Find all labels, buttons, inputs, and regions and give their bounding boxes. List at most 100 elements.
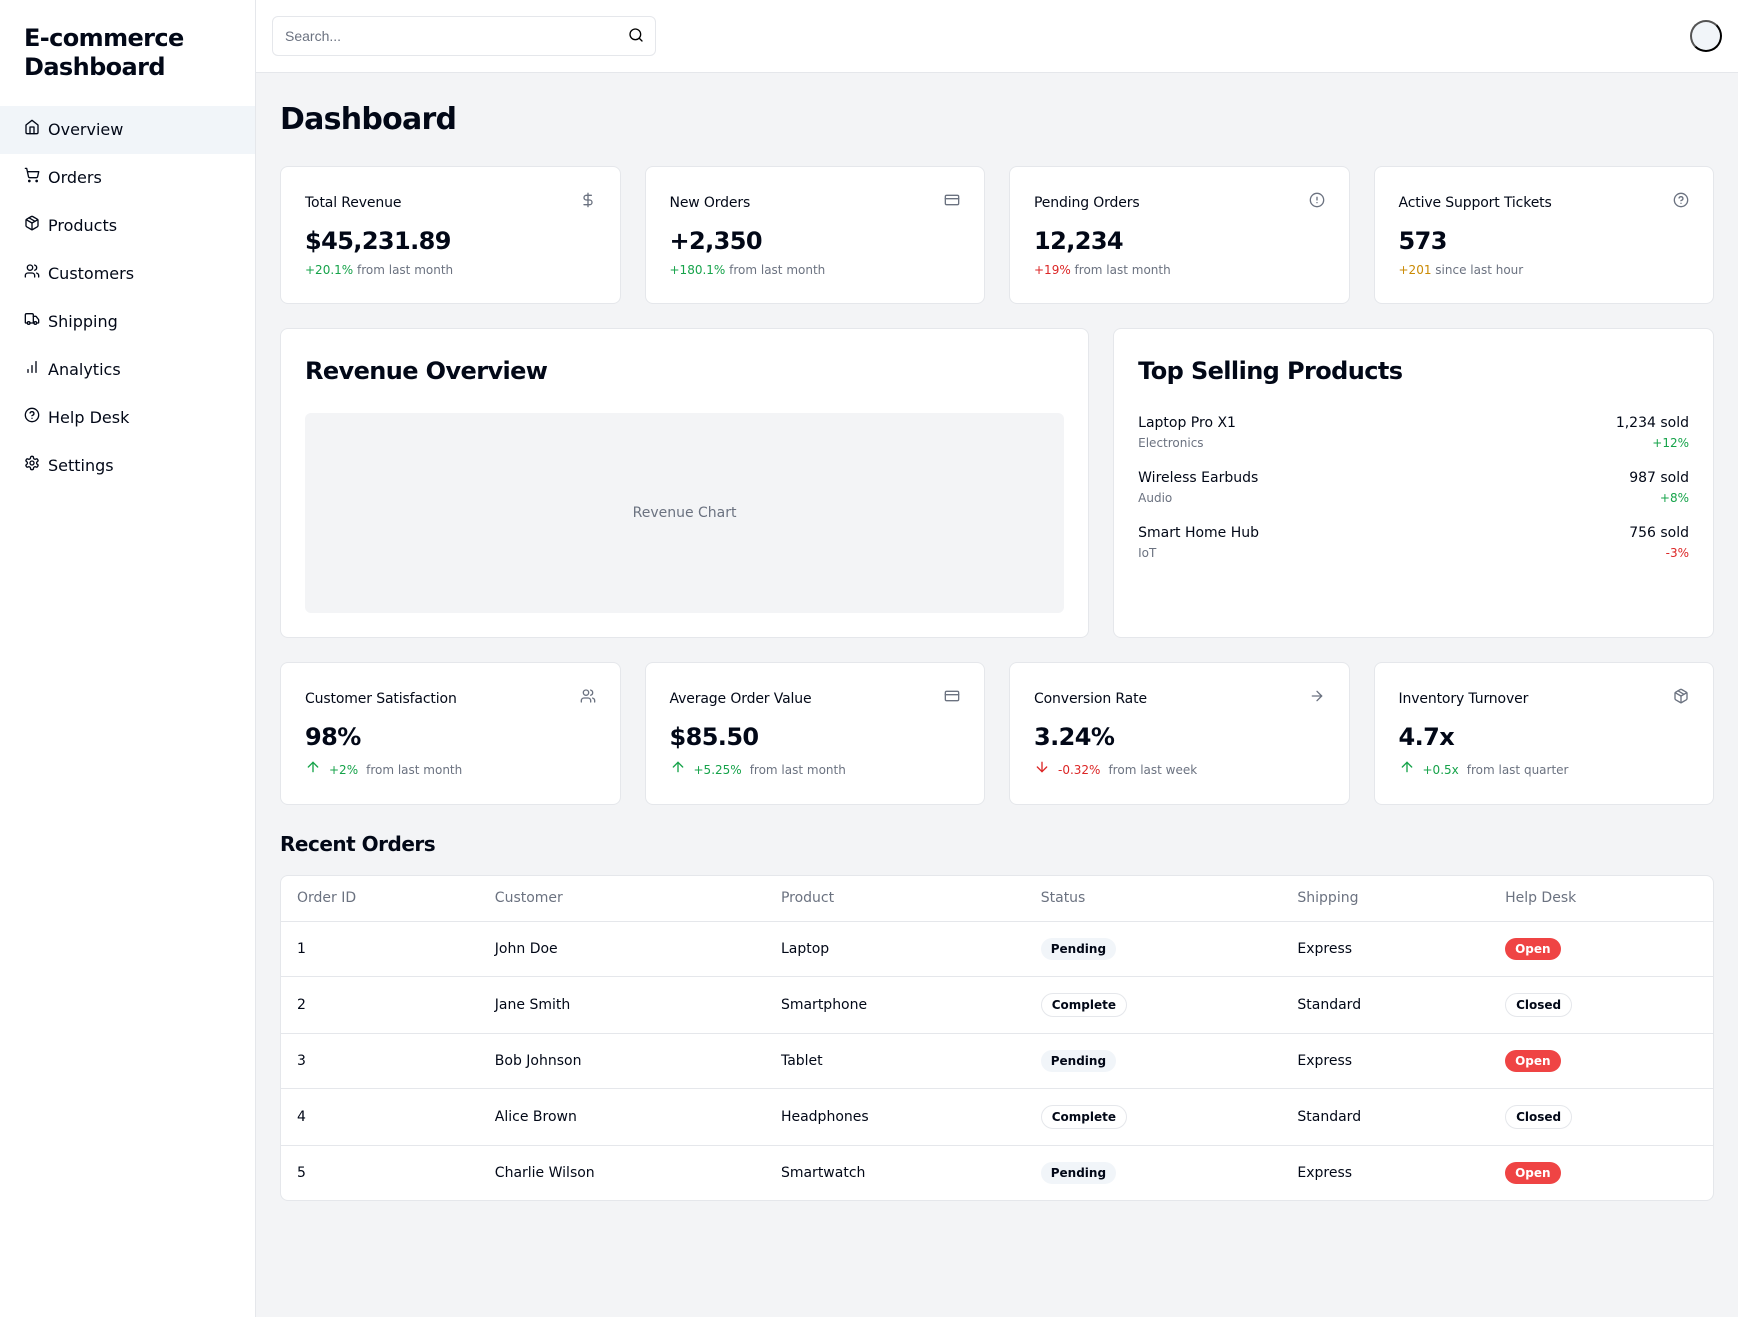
topbar [256,0,1738,73]
table-row: 4Alice BrownHeadphonesCompleteStandardCl… [281,1089,1713,1146]
sidebar-item-label: Settings [48,454,114,478]
stat-value: 3.24% [1034,719,1325,755]
revenue-overview-title: Revenue Overview [305,353,1064,389]
settings-icon [24,454,40,478]
stat-change-row: +0.5xfrom last quarter [1399,759,1690,780]
table-row: 3Bob JohnsonTabletPendingExpressOpen [281,1034,1713,1089]
helpdesk-badge: Closed [1505,993,1572,1017]
product-category: Audio [1138,489,1258,507]
stat-suffix: from last month [750,761,846,779]
sidebar-item-help-desk[interactable]: Help Desk [0,394,255,442]
arrow-up-icon [305,759,321,780]
stat-change: +19% from last month [1034,261,1325,279]
stat-title: New Orders [670,193,751,214]
status-badge: Complete [1041,1105,1127,1129]
top-products-card: Top Selling Products Laptop Pro X1Electr… [1113,328,1714,638]
order-shipping: Express [1281,1034,1489,1089]
stat-value: 4.7x [1399,719,1690,755]
sidebar-item-customers[interactable]: Customers [0,250,255,298]
table-row: 2Jane SmithSmartphoneCompleteStandardClo… [281,977,1713,1034]
help-icon [24,406,40,430]
stat-suffix: from last month [366,761,462,779]
sidebar: E-commerce Dashboard Overview Orders Produ… [0,0,256,1317]
sidebar-item-shipping[interactable]: Shipping [0,298,255,346]
stat-change: +2% [329,761,358,779]
search-input[interactable] [272,16,656,56]
sidebar-item-overview[interactable]: Overview [0,106,255,154]
product-sold: 987 sold [1629,468,1689,489]
credit-card-icon [944,687,960,711]
stat-card: Total Revenue$45,231.89+20.1% from last … [280,166,621,304]
recent-orders-title: Recent Orders [280,829,1714,859]
stat-change: +180.1% from last month [670,261,961,279]
search-icon [628,27,644,46]
product-change: -3% [1629,544,1689,562]
stat-title: Active Support Tickets [1399,193,1552,214]
stat-title: Conversion Rate [1034,689,1147,710]
product-row: Smart Home HubIoT756 sold-3% [1138,523,1689,562]
orders-table: Order IDCustomerProductStatusShippingHel… [281,876,1713,1200]
page-title: Dashboard [280,97,1714,142]
product-change: +12% [1616,434,1689,452]
arrow-up-icon [670,759,686,780]
product-name: Wireless Earbuds [1138,468,1258,489]
order-customer: Jane Smith [479,977,765,1034]
sidebar-item-settings[interactable]: Settings [0,442,255,490]
search-button[interactable] [620,20,652,52]
order-product: Smartphone [765,977,1025,1034]
stat-card: Pending Orders12,234+19% from last month [1009,166,1350,304]
sidebar-item-label: Help Desk [48,406,129,430]
cart-icon [24,166,40,190]
helpdesk-badge: Open [1505,1162,1560,1184]
stat-card: New Orders +2,350 +180.1% from last month [645,166,986,304]
sidebar-item-orders[interactable]: Orders [0,154,255,202]
stat-suffix: from last quarter [1467,761,1569,779]
stat-value: 98% [305,719,596,755]
stat-change-row: +2% from last month [305,759,596,780]
help-icon [1673,191,1689,215]
stat-suffix: from last week [1108,761,1197,779]
arrow-up-icon [1399,759,1415,780]
order-id: 1 [281,922,479,977]
app-title: E-commerce Dashboard [24,24,231,82]
sidebar-item-label: Orders [48,166,102,190]
stat-change: +20.1% from last month [305,261,596,279]
sidebar-item-label: Customers [48,262,134,286]
sidebar-item-analytics[interactable]: Analytics [0,346,255,394]
product-sold: 756 sold [1629,523,1689,544]
column-header: Shipping [1281,876,1489,922]
stat-card: Active Support Tickets 573 +201 since last… [1374,166,1715,304]
top-products-title: Top Selling Products [1138,353,1689,389]
arrow-right-icon [1309,687,1325,711]
column-header: Product [765,876,1025,922]
sidebar-item-products[interactable]: Products [0,202,255,250]
user-avatar[interactable] [1690,20,1722,52]
stat-value: 573 [1399,223,1690,259]
stat-card: Average Order Value$85.50+5.25%from last… [645,662,986,805]
revenue-overview-card: Revenue Overview Revenue Chart [280,328,1089,638]
bar-chart-icon [24,358,40,382]
truck-icon [24,310,40,334]
sidebar-item-label: Analytics [48,358,121,382]
status-badge: Pending [1041,1050,1116,1072]
stat-title: Inventory Turnover [1399,689,1529,710]
alert-icon [1309,191,1325,215]
stat-card: Conversion Rate3.24%-0.32%from last week [1009,662,1350,805]
stat-title: Customer Satisfaction [305,689,457,710]
sidebar-nav: Overview Orders Products Customers Shipping A… [0,106,255,490]
order-shipping: Standard [1281,1089,1489,1146]
stat-card: Inventory Turnover 4.7x +0.5xfrom last qua… [1374,662,1715,805]
order-id: 3 [281,1034,479,1089]
stat-value: +2,350 [670,223,961,259]
order-id: 5 [281,1146,479,1201]
table-row: 1John DoeLaptopPendingExpressOpen [281,922,1713,977]
sidebar-item-label: Products [48,214,117,238]
dollar-icon [580,191,596,215]
stat-change: +201 since last hour [1399,261,1690,279]
order-id: 2 [281,977,479,1034]
product-sold: 1,234 sold [1616,413,1689,434]
order-customer: Charlie Wilson [479,1146,765,1201]
product-row: Wireless EarbudsAudio 987 sold+8% [1138,468,1689,507]
stat-change-row: +5.25%from last month [670,759,961,780]
product-change: +8% [1629,489,1689,507]
